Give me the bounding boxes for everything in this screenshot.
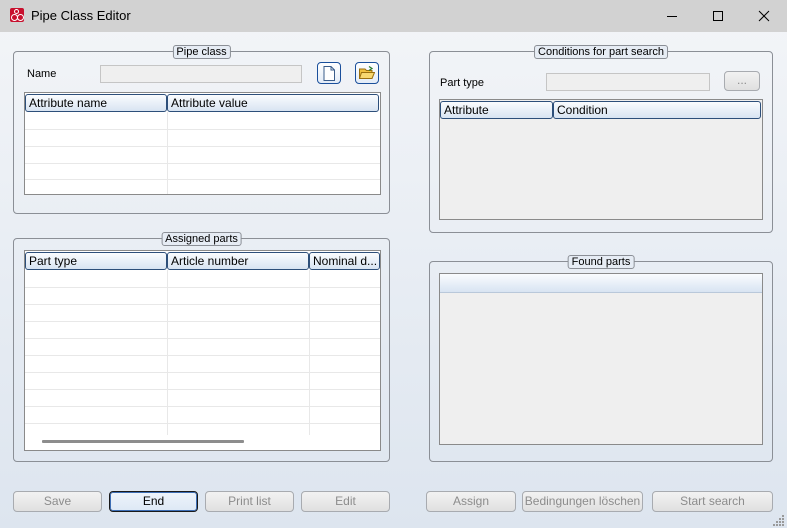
- column-header-condition[interactable]: Condition: [553, 101, 761, 119]
- table-row[interactable]: [25, 389, 380, 390]
- save-button[interactable]: Save: [13, 491, 102, 512]
- column-header-attribute[interactable]: Attribute: [440, 101, 553, 119]
- open-pipe-class-button[interactable]: [355, 62, 379, 84]
- conditions-group: Conditions for part search Part type ...…: [429, 45, 773, 233]
- assigned-parts-group-title: Assigned parts: [161, 232, 242, 246]
- window-title: Pipe Class Editor: [31, 8, 131, 23]
- resize-grip-icon[interactable]: [773, 514, 785, 526]
- table-row[interactable]: [25, 355, 380, 356]
- part-type-label: Part type: [440, 77, 485, 89]
- table-header: Attribute name Attribute value: [25, 93, 379, 112]
- minimize-button[interactable]: [649, 0, 695, 32]
- table-row[interactable]: [25, 179, 380, 180]
- table-row[interactable]: [25, 338, 380, 339]
- table-row[interactable]: [25, 129, 380, 130]
- table-header: Part type Article number Nominal d...: [25, 251, 380, 270]
- name-label: Name: [27, 68, 57, 80]
- assign-button[interactable]: Assign: [426, 491, 516, 512]
- app-logo-icon: [10, 8, 24, 22]
- name-field[interactable]: [100, 65, 302, 83]
- found-parts-group-title: Found parts: [567, 255, 635, 269]
- table-row[interactable]: [25, 406, 380, 407]
- assigned-parts-table[interactable]: Part type Article number Nominal d...: [24, 250, 381, 451]
- pipe-class-group: Pipe class Name Attribute name Attribute…: [13, 45, 390, 214]
- column-header-attribute-name[interactable]: Attribute name: [25, 94, 167, 112]
- pipe-class-attributes-table[interactable]: Attribute name Attribute value: [24, 92, 381, 195]
- table-row[interactable]: [25, 163, 380, 164]
- edit-button[interactable]: Edit: [301, 491, 390, 512]
- column-header-nominal-diameter[interactable]: Nominal d...: [309, 252, 380, 270]
- horizontal-scrollbar-thumb[interactable]: [42, 440, 244, 443]
- table-row[interactable]: [25, 287, 380, 288]
- new-pipe-class-button[interactable]: [317, 62, 341, 84]
- found-parts-table[interactable]: [439, 273, 763, 445]
- table-header: Attribute Condition: [440, 100, 761, 119]
- close-button[interactable]: [741, 0, 787, 32]
- print-list-button[interactable]: Print list: [205, 491, 294, 512]
- title-bar: Pipe Class Editor: [0, 0, 787, 32]
- pipe-class-group-title: Pipe class: [172, 45, 231, 59]
- maximize-icon: [713, 11, 723, 21]
- minimize-icon: [667, 16, 677, 17]
- table-row[interactable]: [25, 372, 380, 373]
- open-folder-icon: [359, 66, 375, 79]
- clear-conditions-button[interactable]: Bedingungen löschen: [522, 491, 643, 512]
- column-header-attribute-value[interactable]: Attribute value: [167, 94, 379, 112]
- table-row[interactable]: [25, 304, 380, 305]
- found-parts-group: Found parts: [429, 255, 773, 462]
- table-row[interactable]: [25, 321, 380, 322]
- table-row[interactable]: [25, 423, 380, 424]
- conditions-group-title: Conditions for part search: [534, 45, 668, 59]
- table-header: [440, 274, 762, 293]
- column-divider: [309, 270, 310, 435]
- column-header-part-type[interactable]: Part type: [25, 252, 167, 270]
- column-divider: [167, 112, 168, 194]
- new-document-icon: [323, 65, 335, 81]
- conditions-table[interactable]: Attribute Condition: [439, 99, 763, 220]
- start-search-button[interactable]: Start search: [652, 491, 773, 512]
- column-header-article-number[interactable]: Article number: [167, 252, 309, 270]
- column-divider: [167, 270, 168, 435]
- table-row[interactable]: [25, 146, 380, 147]
- assigned-parts-group: Assigned parts Part type Article number …: [13, 232, 390, 462]
- close-icon: [758, 10, 770, 22]
- part-type-field[interactable]: [546, 73, 710, 91]
- maximize-button[interactable]: [695, 0, 741, 32]
- end-button[interactable]: End: [109, 491, 198, 512]
- part-type-browse-button[interactable]: ...: [724, 71, 760, 91]
